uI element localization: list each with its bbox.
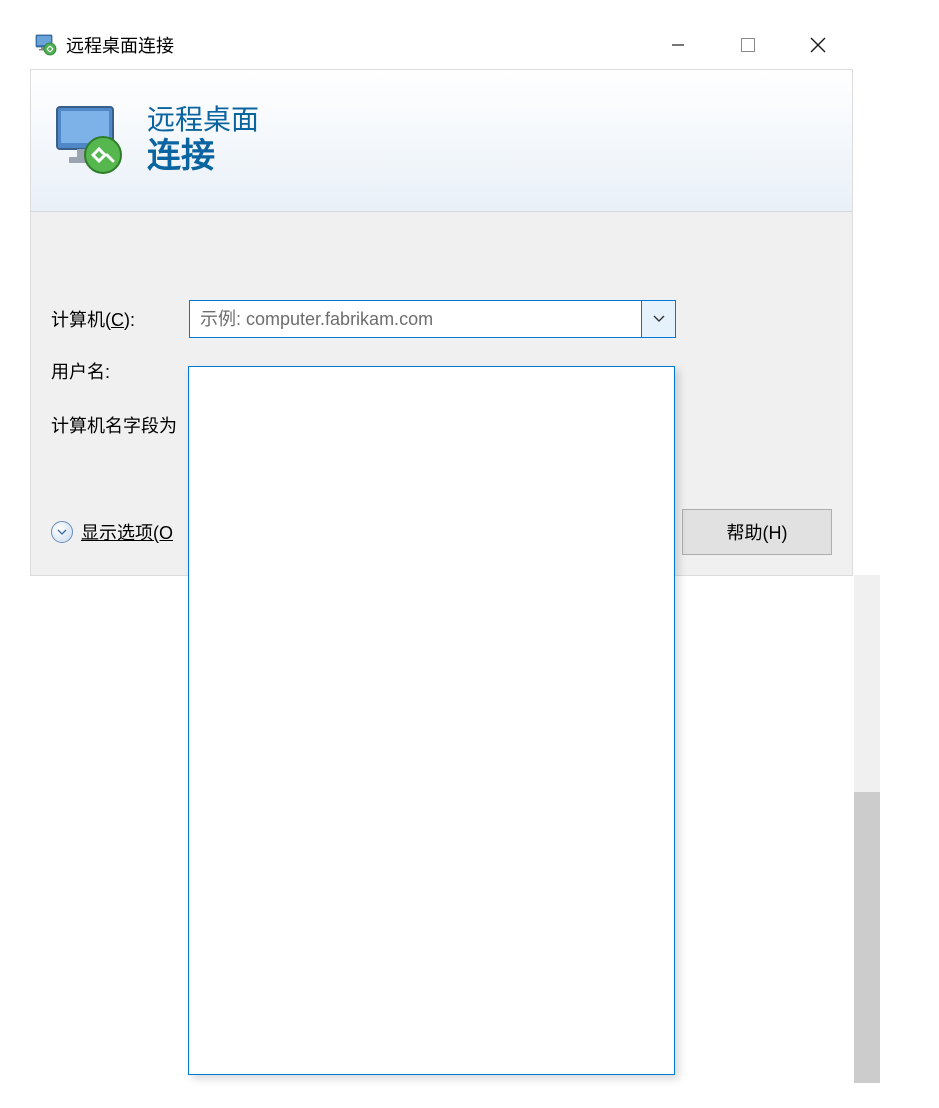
close-icon [809,36,827,54]
window-title: 远程桌面连接 [66,32,174,58]
app-icon [34,33,58,57]
header-line1: 远程桌面 [147,105,259,136]
computer-dropdown-button[interactable] [641,301,675,337]
close-button[interactable] [783,21,853,69]
minimize-button[interactable] [643,21,713,69]
header-banner: 远程桌面 连接 [30,69,853,212]
username-row: 用户名: [51,358,189,384]
computer-dropdown-list[interactable] [188,366,675,1075]
titlebar: 远程桌面连接 [30,21,853,69]
header-text: 远程桌面 连接 [147,105,259,177]
window-controls [643,21,853,69]
computer-combobox [189,300,676,338]
show-options-label: 显示选项(O [81,519,173,545]
computer-input[interactable] [190,301,641,337]
username-label: 用户名: [51,358,189,384]
chevron-down-icon [653,315,665,323]
scrollbar-thumb[interactable] [854,792,880,1083]
expand-icon [51,521,73,543]
header-line2: 连接 [147,136,259,177]
computer-row: 计算机(C): [51,300,676,338]
show-options-toggle[interactable]: 显示选项(O [51,519,173,545]
maximize-icon [741,38,755,52]
minimize-icon [671,38,685,52]
footer-buttons: 帮助(H) [682,509,832,555]
maximize-button[interactable] [713,21,783,69]
rdp-header-icon [51,101,131,181]
help-button[interactable]: 帮助(H) [682,509,832,555]
computer-label: 计算机(C): [51,306,189,332]
hint-text: 计算机名字段为 [51,412,177,438]
